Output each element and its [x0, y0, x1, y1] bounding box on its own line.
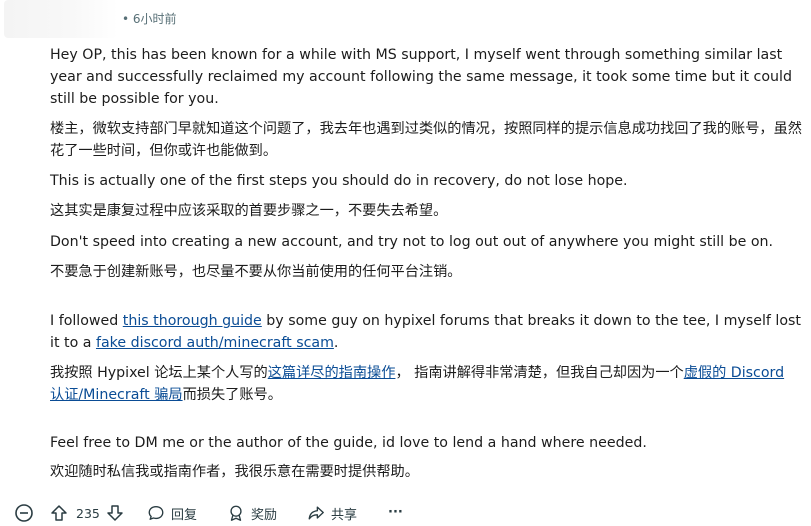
vote-count: 235 — [76, 505, 100, 521]
avatar[interactable] — [4, 0, 118, 38]
comment-paragraph: Hey OP, this has been known for a while … — [50, 44, 802, 110]
downvote-icon[interactable] — [105, 502, 125, 524]
share-button[interactable]: 共享 — [307, 502, 357, 524]
comment-text: . — [333, 335, 339, 351]
reply-button[interactable]: 回复 — [147, 502, 197, 524]
comment-timestamp: • 6小时前 — [122, 12, 177, 26]
more-options-button[interactable]: ··· — [388, 501, 403, 523]
comment-text: 而损失了账号。 — [182, 387, 282, 403]
comment-text: 欢迎随时私信我或指南作者，我很乐意在需要时提供帮助。 — [50, 464, 419, 480]
upvote-icon[interactable] — [49, 502, 69, 524]
comment-paragraph: This is actually one of the first steps … — [50, 170, 628, 192]
comment-link[interactable]: 这篇详尽的指南操作 — [268, 365, 396, 381]
comment-paragraph: 这其实是康复过程中应该采取的首要步骤之一，不要失去希望。 — [50, 200, 447, 222]
award-icon — [227, 504, 245, 522]
comment-paragraph: Don't speed into creating a new account,… — [50, 231, 773, 253]
comment-text: This is actually one of the first steps … — [50, 173, 628, 189]
comment-paragraph: 欢迎随时私信我或指南作者，我很乐意在需要时提供帮助。 — [50, 461, 419, 483]
reply-label: 回复 — [171, 507, 198, 523]
comment-actions: 235 回复 奖励 共享 ··· — [0, 500, 811, 526]
share-icon — [307, 504, 325, 522]
collapse-icon[interactable] — [14, 502, 34, 524]
comment-paragraph: 楼主，微软支持部门早就知道这个问题了，我去年也遇到过类似的情况，按照同样的提示信… — [50, 118, 802, 162]
share-label: 共享 — [331, 507, 358, 523]
comment-link[interactable]: fake discord auth/minecraft scam — [96, 335, 334, 351]
comment-paragraph: Feel free to DM me or the author of the … — [50, 432, 647, 454]
award-button[interactable]: 奖励 — [227, 502, 277, 524]
reply-icon — [147, 504, 165, 522]
comment-paragraph: 不要急于创建新账号，也尽量不要从你当前使用的任何平台注销。 — [50, 261, 461, 283]
comment-text: Hey OP, this has been known for a while … — [50, 47, 792, 107]
comment-text: ， 指南讲解得非常清楚，但我自己却因为一个 — [395, 365, 684, 381]
comment-text: I followed — [50, 313, 123, 329]
comment-text: 不要急于创建新账号，也尽量不要从你当前使用的任何平台注销。 — [50, 264, 462, 280]
comment-text: 楼主，微软支持部门早就知道这个问题了，我去年也遇到过类似的情况，按照同样的提示信… — [50, 121, 802, 159]
comment-text: Feel free to DM me or the author of the … — [50, 435, 647, 451]
comment-text: 这其实是康复过程中应该采取的首要步骤之一，不要失去希望。 — [50, 203, 448, 219]
comment-paragraph: 我按照 Hypixel 论坛上某个人写的这篇详尽的指南操作， 指南讲解得非常清楚… — [50, 362, 802, 406]
comment-link[interactable]: this thorough guide — [123, 313, 262, 329]
comment-text: 我按照 Hypixel 论坛上某个人写的 — [50, 365, 268, 381]
more-icon: ··· — [388, 504, 403, 520]
comment-paragraph: I followed this thorough guide by some g… — [50, 310, 802, 354]
award-label: 奖励 — [251, 507, 278, 523]
comment-header: • 6小时前 — [0, 0, 811, 38]
comment-text: Don't speed into creating a new account,… — [50, 234, 774, 250]
